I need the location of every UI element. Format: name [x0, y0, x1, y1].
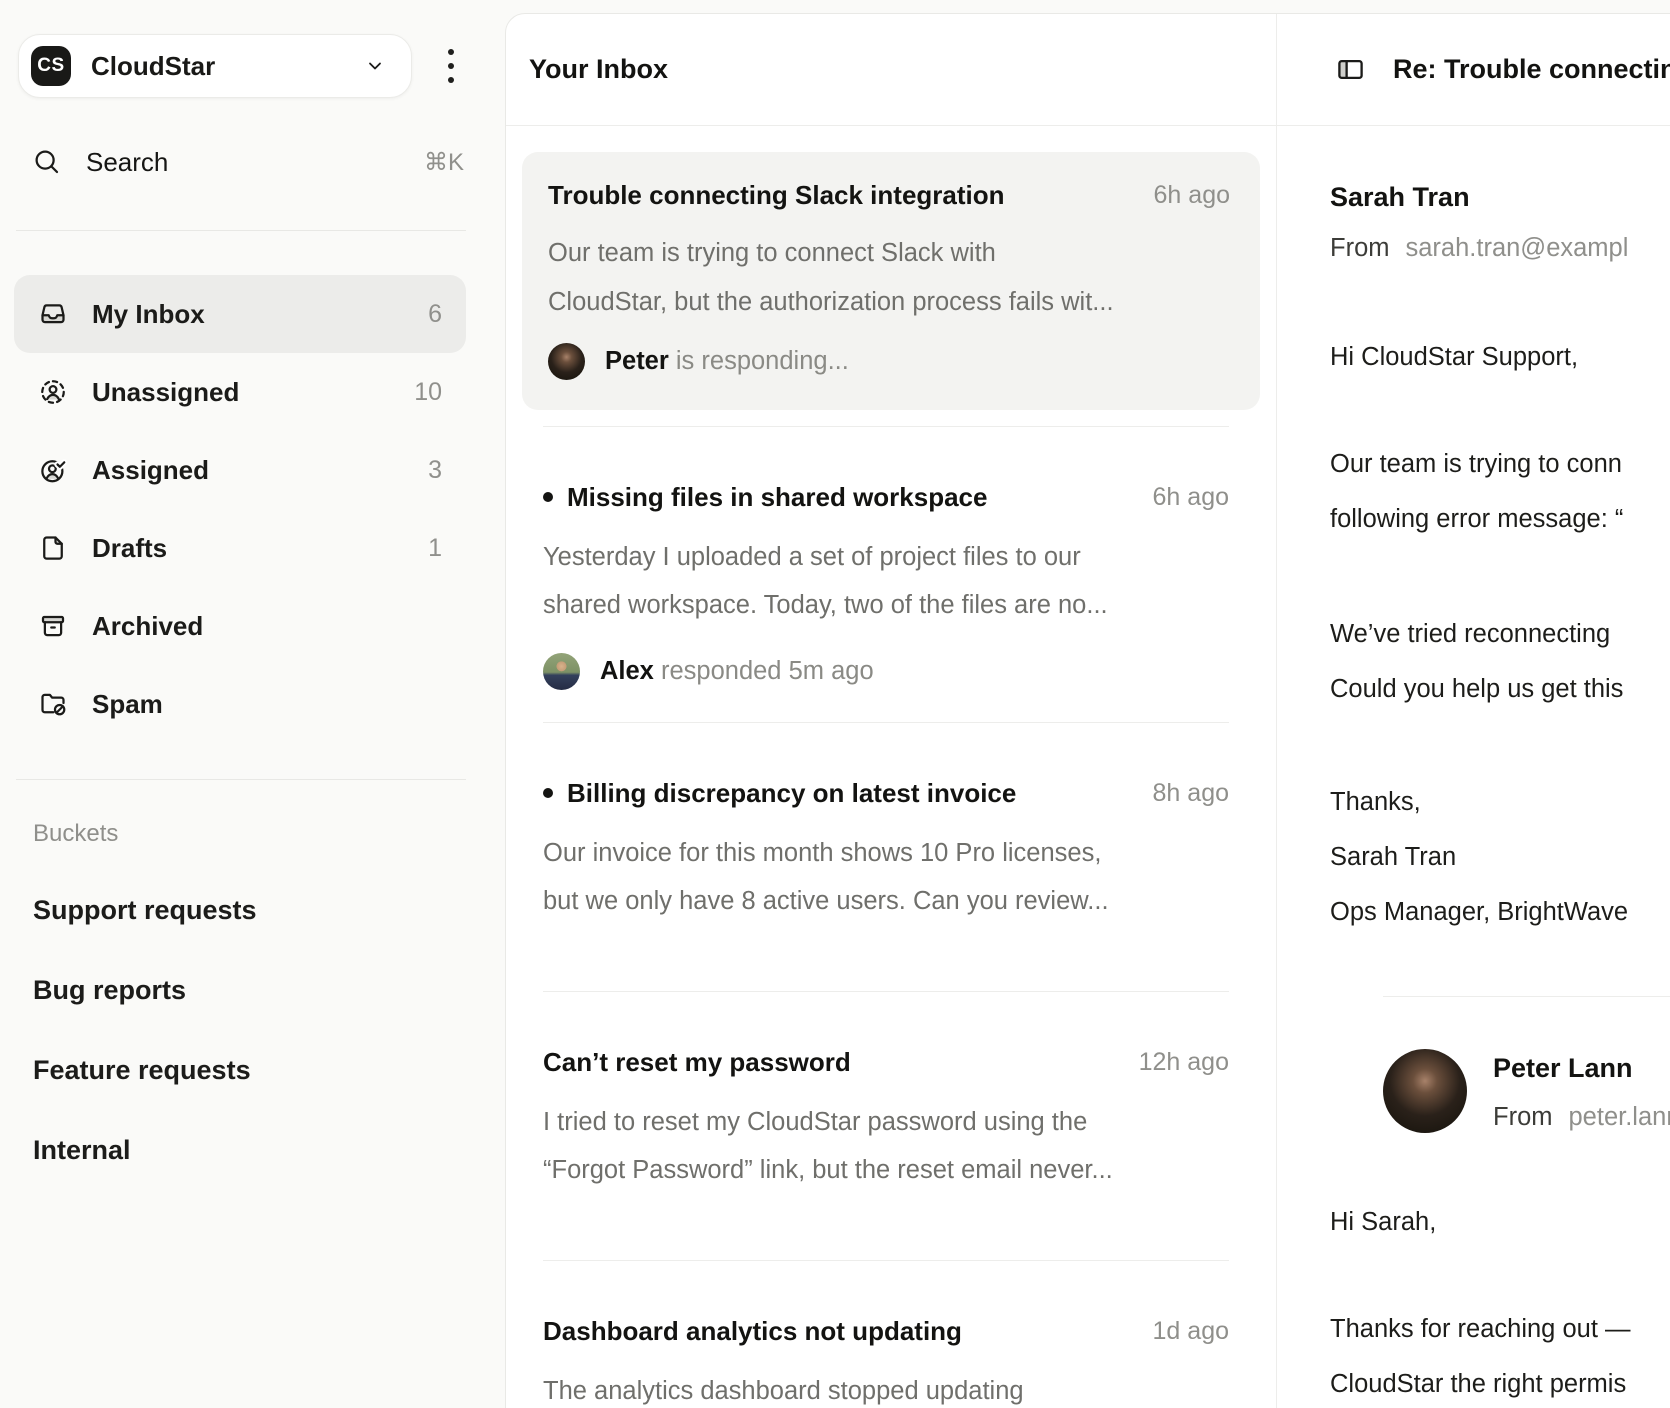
sender-from-row: From sarah.tran@exampl — [1330, 234, 1670, 266]
main-panel: Your Inbox Trouble connecting Slack inte… — [505, 13, 1670, 1408]
message-paragraph: We’ve tried reconnecting Could you help … — [1330, 607, 1670, 717]
sidebar-item-bug-reports[interactable]: Bug reports — [0, 950, 480, 1030]
sidebar-item-label: Spam — [92, 689, 163, 720]
buckets-heading: Buckets — [33, 820, 480, 848]
sidebar-item-support-requests[interactable]: Support requests — [0, 870, 480, 950]
conversation-timestamp: 8h ago — [1133, 779, 1229, 808]
avatar — [543, 653, 580, 690]
bucket-list: Support requests Bug reports Feature req… — [0, 870, 480, 1190]
conversation-timestamp: 6h ago — [1133, 483, 1229, 512]
thread-body: Sarah Tran From sarah.tran@exampl Hi Clo… — [1277, 126, 1670, 1408]
message-divider — [1383, 996, 1670, 997]
inbox-icon — [38, 299, 68, 329]
conversation-title: Billing discrepancy on latest invoice — [567, 778, 1016, 809]
sidebar-item-count: 1 — [428, 534, 442, 563]
unread-dot — [543, 788, 553, 798]
conversation-item[interactable]: Can’t reset my password 12h ago I tried … — [522, 992, 1260, 1244]
thread-column: Re: Trouble connecting Slack integration… — [1277, 14, 1670, 1408]
unread-dot — [543, 492, 553, 502]
conversation-title: Trouble connecting Slack integration — [548, 180, 1005, 211]
message-paragraph: Hi CloudStar Support, — [1330, 330, 1670, 385]
assigned-icon — [38, 455, 68, 485]
sender-email: sarah.tran@exampl — [1406, 234, 1629, 266]
message-paragraph: Our team is trying to conn following err… — [1330, 437, 1670, 547]
conversation-title: Can’t reset my password — [543, 1047, 851, 1078]
sidebar-item-unassigned[interactable]: Unassigned 10 — [14, 353, 466, 431]
conversation-title: Missing files in shared workspace — [567, 482, 987, 513]
conversation-preview: Our invoice for this month shows 10 Pro … — [543, 829, 1229, 925]
conversation-preview: The analytics dashboard stopped updating… — [543, 1367, 1229, 1408]
sidebar-divider — [16, 230, 466, 231]
avatar — [548, 343, 585, 380]
inbox-header: Your Inbox — [506, 14, 1276, 126]
sidebar-item-count: 10 — [414, 378, 442, 407]
archive-icon — [38, 611, 68, 641]
sidebar-item-internal[interactable]: Internal — [0, 1110, 480, 1190]
spam-icon — [38, 689, 68, 719]
conversation-item[interactable]: Billing discrepancy on latest invoice 8h… — [522, 723, 1260, 975]
sidebar-item-feature-requests[interactable]: Feature requests — [0, 1030, 480, 1110]
search-shortcut: ⌘K — [424, 148, 464, 177]
conversation-preview: Our team is trying to connect Slack with… — [548, 229, 1230, 327]
conversation-list: Trouble connecting Slack integration 6h … — [506, 126, 1276, 1408]
conversation-timestamp: 12h ago — [1119, 1048, 1229, 1077]
search-icon — [32, 147, 62, 177]
thread-title: Re: Trouble connecting Slack integration — [1393, 54, 1670, 85]
conversation-preview: Yesterday I uploaded a set of project fi… — [543, 533, 1229, 629]
sidebar-item-spam[interactable]: Spam — [14, 665, 466, 743]
message-signature: Thanks, Sarah Tran Ops Manager, BrightWa… — [1330, 775, 1670, 940]
drafts-icon — [38, 533, 68, 563]
conversation-item[interactable]: Missing files in shared workspace 6h ago… — [522, 427, 1260, 706]
conversation-status: Peter is responding... — [548, 343, 1230, 380]
sidebar-item-label: My Inbox — [92, 299, 205, 330]
sender-name: Peter Lann — [1493, 1053, 1670, 1085]
conversation-preview: I tried to reset my CloudStar password u… — [543, 1098, 1229, 1194]
sender-email: peter.lann@ — [1569, 1103, 1670, 1135]
search-label: Search — [86, 147, 400, 178]
conversation-timestamp: 6h ago — [1134, 181, 1230, 210]
chevron-down-icon — [363, 54, 387, 78]
sidebar-item-count: 3 — [428, 456, 442, 485]
toggle-sidebar-icon[interactable] — [1335, 54, 1366, 85]
conversation-status: Alex responded 5m ago — [543, 653, 1229, 690]
sidebar-item-assigned[interactable]: Assigned 3 — [14, 431, 466, 509]
workspace-row: CS CloudStar — [18, 34, 480, 98]
workspace-switcher[interactable]: CS CloudStar — [18, 34, 412, 98]
sidebar: CS CloudStar Search ⌘K My Inbox 6 — [0, 0, 480, 1408]
workspace-name: CloudStar — [91, 51, 343, 82]
conversation-item-selected[interactable]: Trouble connecting Slack integration 6h … — [522, 152, 1260, 410]
sidebar-item-label: Archived — [92, 611, 203, 642]
thread-header: Re: Trouble connecting Slack integration — [1277, 14, 1670, 126]
conversation-item[interactable]: Dashboard analytics not updating 1d ago … — [522, 1261, 1260, 1408]
more-options-button[interactable] — [442, 43, 460, 89]
message-paragraph: Thanks for reaching out — CloudStar the … — [1330, 1302, 1670, 1408]
sender-from-row: From peter.lann@ — [1493, 1103, 1670, 1135]
sidebar-item-count: 6 — [428, 300, 442, 329]
sidebar-item-label: Assigned — [92, 455, 209, 486]
conversation-list-column: Your Inbox Trouble connecting Slack inte… — [506, 14, 1277, 1408]
message-sender-block: Peter Lann From peter.lann@ — [1383, 1049, 1670, 1135]
search-input[interactable]: Search ⌘K — [32, 142, 464, 182]
conversation-timestamp: 1d ago — [1133, 1317, 1229, 1346]
sidebar-item-archived[interactable]: Archived — [14, 587, 466, 665]
conversation-title: Dashboard analytics not updating — [543, 1316, 962, 1347]
sidebar-item-my-inbox[interactable]: My Inbox 6 — [14, 275, 466, 353]
sidebar-item-label: Drafts — [92, 533, 167, 564]
unassigned-icon — [38, 377, 68, 407]
workspace-logo: CS — [31, 46, 71, 86]
sidebar-nav: My Inbox 6 Unassigned 10 — [0, 275, 480, 743]
sender-name: Sarah Tran — [1330, 182, 1670, 214]
page-title: Your Inbox — [529, 54, 668, 85]
sidebar-item-label: Unassigned — [92, 377, 239, 408]
message-paragraph: Hi Sarah, — [1330, 1195, 1670, 1250]
sidebar-item-drafts[interactable]: Drafts 1 — [14, 509, 466, 587]
avatar — [1383, 1049, 1467, 1133]
sidebar-divider — [16, 779, 466, 780]
